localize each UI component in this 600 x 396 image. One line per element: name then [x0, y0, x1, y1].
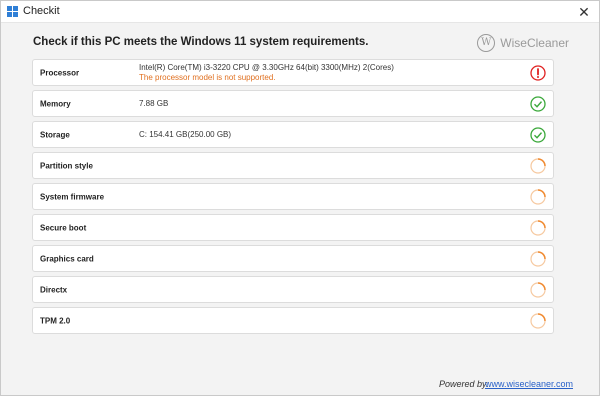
loading-spinner-icon [530, 157, 546, 174]
error-icon [530, 64, 546, 81]
requirement-label: Directx [40, 285, 68, 294]
requirement-row-memory: Memory 7.88 GB [32, 90, 554, 117]
loading-spinner-icon [530, 250, 546, 267]
requirement-label: Processor [40, 68, 80, 77]
requirement-value-text: 7.88 GB [139, 98, 169, 108]
loading-spinner-icon [530, 219, 546, 236]
wisecleaner-logo: W WiseCleaner [477, 33, 569, 53]
requirement-label: System firmware [40, 192, 105, 201]
powered-by-label: Powered by: [438, 379, 489, 389]
wisecleaner-logo-icon: W [477, 34, 496, 52]
close-button[interactable]: ✕ [569, 1, 599, 23]
requirement-value: 7.88 GB [139, 99, 168, 109]
requirement-row-directx: Directx [32, 276, 554, 303]
page-heading: Check if this PC meets the Windows 11 sy… [33, 36, 369, 48]
loading-spinner-icon [530, 312, 546, 329]
title-bar: Checkit ✕ [1, 1, 599, 23]
requirement-value: Intel(R) Core(TM) i3-3220 CPU @ 3.30GHz … [139, 63, 394, 83]
requirement-row-storage: Storage C: 154.41 GB(250.00 GB) [32, 121, 554, 148]
close-icon: ✕ [578, 4, 590, 20]
requirement-value-text: Intel(R) Core(TM) i3-3220 CPU @ 3.30GHz … [139, 62, 394, 72]
requirement-row-graphics-card: Graphics card [32, 245, 554, 272]
requirement-row-partition-style: Partition style [32, 152, 554, 179]
windows-logo-icon [7, 6, 18, 17]
loading-spinner-icon [530, 188, 546, 205]
footer: Powered by: www.wisecleaner.com [1, 377, 599, 395]
requirement-label: Memory [40, 99, 71, 108]
brand-name: WiseCleaner [500, 36, 569, 50]
requirement-label: Secure boot [40, 223, 87, 232]
requirements-list: Processor Intel(R) Core(TM) i3-3220 CPU @… [32, 59, 554, 338]
checkit-window: Checkit ✕ Check if this PC meets the Win… [0, 0, 600, 396]
requirement-label: Graphics card [40, 254, 94, 263]
requirement-row-processor: Processor Intel(R) Core(TM) i3-3220 CPU @… [32, 59, 554, 86]
requirement-label: TPM 2.0 [40, 316, 71, 325]
requirement-value-text: C: 154.41 GB(250.00 GB) [139, 129, 232, 139]
requirement-label: Partition style [40, 161, 93, 170]
requirement-label: Storage [40, 130, 70, 139]
requirement-row-secure-boot: Secure boot [32, 214, 554, 241]
requirement-row-system-firmware: System firmware [32, 183, 554, 210]
check-icon [530, 95, 546, 112]
requirement-value: C: 154.41 GB(250.00 GB) [139, 130, 231, 140]
website-link[interactable]: www.wisecleaner.com [485, 379, 573, 389]
requirement-warning-note: The processor model is not supported. [139, 72, 276, 82]
check-icon [530, 126, 546, 143]
window-title: Checkit [23, 5, 60, 17]
requirement-row-tpm-2-0: TPM 2.0 [32, 307, 554, 334]
loading-spinner-icon [530, 281, 546, 298]
